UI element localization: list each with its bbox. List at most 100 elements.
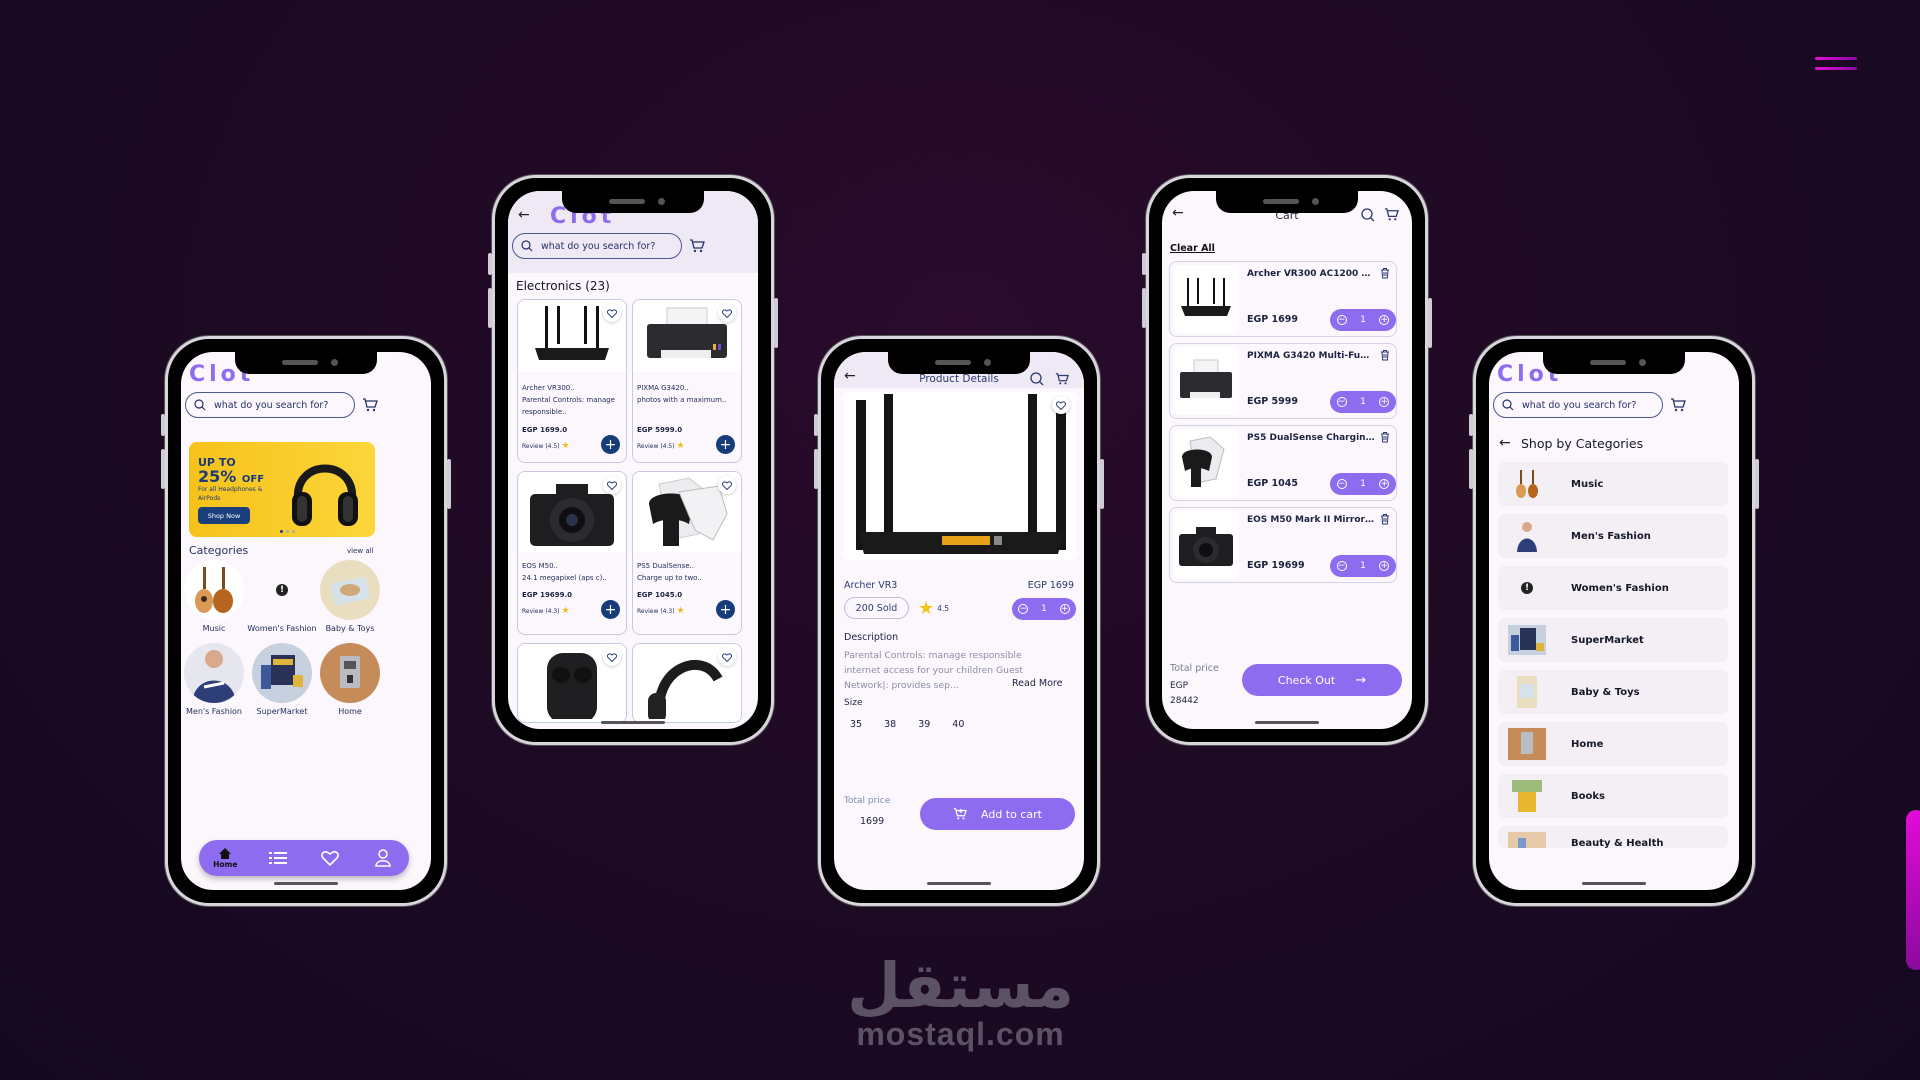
category-row[interactable]: ! Women's Fashion [1498, 566, 1728, 610]
total-price-value: EGP 28442 [1170, 681, 1199, 706]
nav-home[interactable]: Home [205, 847, 245, 869]
favorite-button[interactable] [603, 304, 621, 322]
quantity-stepper[interactable]: −1 + [1330, 473, 1396, 495]
error-icon: ! [252, 560, 312, 620]
plus-icon[interactable]: + [1059, 604, 1070, 614]
heart-icon [1056, 400, 1066, 410]
product-name: Archer VR3 [844, 580, 898, 591]
read-more-link[interactable]: Read More [1012, 678, 1062, 689]
guitar-icon [184, 560, 244, 620]
minus-icon[interactable]: − [1336, 397, 1347, 407]
promo-banner[interactable]: UP TO 25% OFF For all Headphones & AirPo… [189, 442, 375, 537]
product-card[interactable] [632, 643, 742, 723]
nav-list[interactable] [258, 851, 298, 865]
view-all-link[interactable]: view all [347, 547, 374, 555]
cart-icon[interactable] [1055, 372, 1069, 386]
category-title: Electronics (23) [516, 279, 610, 293]
clear-all-link[interactable]: Clear All [1170, 243, 1215, 254]
cart-icon[interactable] [689, 238, 705, 254]
category-home[interactable]: Home [315, 643, 385, 716]
listing-screen: ← Clot what do you search for? Electroni… [508, 191, 758, 729]
favorite-button[interactable] [718, 304, 736, 322]
heart-icon [607, 308, 617, 318]
favorite-button[interactable] [718, 476, 736, 494]
quantity-stepper[interactable]: −1 + [1330, 391, 1396, 413]
search-icon[interactable] [1030, 372, 1044, 386]
favorite-button[interactable] [603, 648, 621, 666]
plus-icon[interactable]: + [1379, 315, 1390, 325]
add-to-cart-button[interactable]: + [601, 600, 620, 619]
cart-icon[interactable] [1384, 207, 1399, 222]
back-arrow-icon[interactable]: ← [1499, 435, 1511, 451]
favorite-button[interactable] [718, 648, 736, 666]
search-input[interactable]: what do you search for? [512, 233, 682, 259]
shop-now-button[interactable]: Shop Now [198, 507, 250, 524]
size-option[interactable]: 35 [850, 719, 862, 730]
category-supermarket[interactable]: SuperMarket [247, 643, 317, 716]
category-row[interactable]: Men's Fashion [1498, 514, 1728, 558]
quantity-stepper[interactable]: −1 + [1330, 309, 1396, 331]
product-card[interactable]: PIXMA G3420.. photos with a maximum.. EGP… [632, 299, 742, 463]
category-row[interactable]: Books [1498, 774, 1728, 818]
bottom-navigation: Home [199, 840, 409, 876]
categories-screen: Clot what do you search for? ← Shop by C… [1489, 352, 1739, 890]
minus-icon[interactable]: − [1018, 604, 1029, 614]
baby-icon [1508, 675, 1546, 709]
category-row[interactable]: Music [1498, 462, 1728, 506]
nav-profile[interactable] [363, 849, 403, 867]
star-icon: ★ [918, 598, 935, 619]
profile-icon [374, 849, 391, 867]
quantity-stepper[interactable]: −1 + [1330, 555, 1396, 577]
search-icon[interactable] [1361, 208, 1375, 222]
minus-icon[interactable]: − [1336, 561, 1347, 571]
add-to-cart-button[interactable]: + [601, 435, 620, 454]
category-mens-fashion[interactable]: Men's Fashion [181, 643, 249, 716]
add-to-cart-button[interactable]: Add to cart [920, 798, 1075, 830]
plus-icon[interactable]: + [1379, 561, 1390, 571]
category-womens-fashion[interactable]: ! Women's Fashion [247, 560, 317, 633]
add-to-cart-button[interactable]: + [716, 600, 735, 619]
quantity-stepper[interactable]: −1 + [1012, 598, 1076, 620]
nav-favorites[interactable] [310, 850, 350, 866]
trash-icon[interactable] [1380, 267, 1390, 279]
product-card[interactable]: Archer VR300.. Parental Controls: manage … [517, 299, 627, 463]
size-option[interactable]: 40 [952, 719, 964, 730]
plus-icon[interactable]: + [1379, 479, 1390, 489]
size-option[interactable]: 39 [918, 719, 930, 730]
search-input[interactable]: what do you search for? [1493, 392, 1663, 418]
favorite-button[interactable] [603, 476, 621, 494]
category-row[interactable]: Home [1498, 722, 1728, 766]
hamburger-menu-icon[interactable] [1815, 57, 1857, 73]
cart-icon[interactable] [362, 397, 378, 413]
checkout-button[interactable]: Check Out → [1242, 664, 1402, 696]
add-to-cart-button[interactable]: + [716, 435, 735, 454]
product-card[interactable]: PS5 DualSense.. Charge up to two.. EGP 10… [632, 471, 742, 635]
star-icon: ★ [561, 606, 570, 616]
carousel-dots[interactable] [280, 530, 295, 533]
plus-icon[interactable]: + [1379, 397, 1390, 407]
trash-icon[interactable] [1380, 431, 1390, 443]
favorite-button[interactable] [1052, 396, 1070, 414]
search-input[interactable]: what do you search for? [185, 392, 355, 418]
category-row[interactable]: SuperMarket [1498, 618, 1728, 662]
size-options: 35 38 39 40 [850, 719, 964, 730]
search-icon [194, 399, 206, 411]
minus-icon[interactable]: − [1336, 479, 1347, 489]
minus-icon[interactable]: − [1336, 315, 1347, 325]
category-music[interactable]: Music [181, 560, 249, 633]
category-baby-toys[interactable]: Baby & Toys [315, 560, 385, 633]
back-arrow-icon[interactable]: ← [518, 207, 530, 223]
camera-image [1173, 511, 1239, 579]
heart-icon [722, 480, 732, 490]
trash-icon[interactable] [1380, 349, 1390, 361]
cart-icon[interactable] [1670, 397, 1686, 413]
size-option[interactable]: 38 [884, 719, 896, 730]
grocery-icon [1508, 623, 1546, 657]
router-image [1173, 265, 1239, 333]
category-row[interactable]: Beauty & Health [1498, 826, 1728, 848]
category-row[interactable]: Baby & Toys [1498, 670, 1728, 714]
trash-icon[interactable] [1380, 513, 1390, 525]
product-card[interactable] [517, 643, 627, 723]
heart-icon [321, 851, 340, 866]
product-card[interactable]: EOS M50.. 24.1 megapixel (aps c).. EGP 19… [517, 471, 627, 635]
